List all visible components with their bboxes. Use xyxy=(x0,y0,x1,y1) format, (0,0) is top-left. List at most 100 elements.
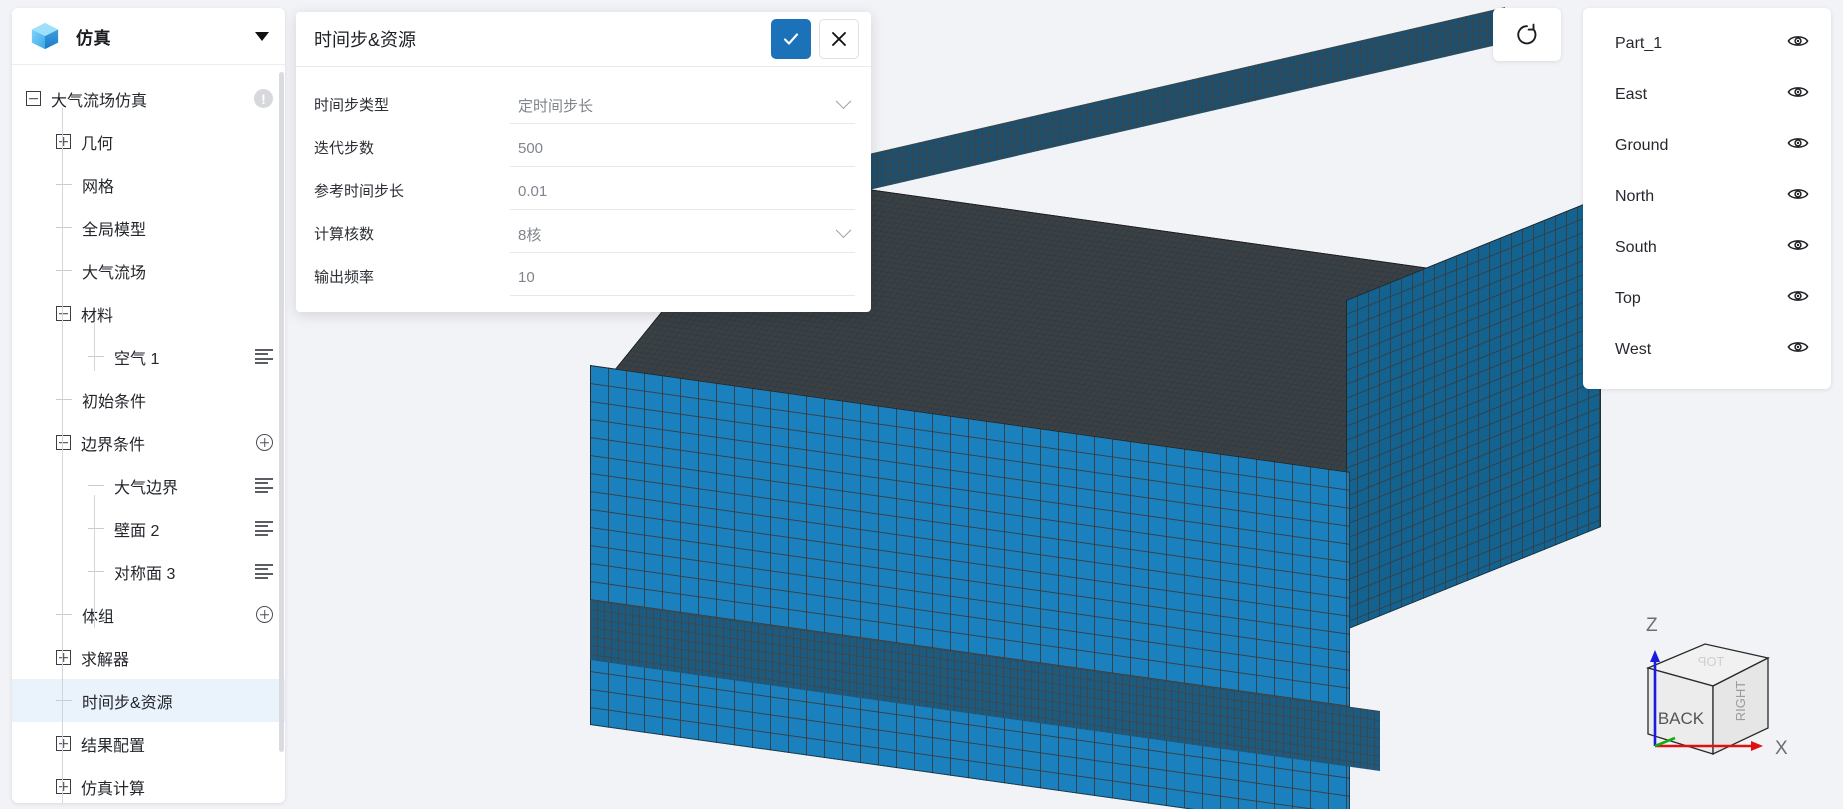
tree-item[interactable]: 空气 1 xyxy=(12,335,285,378)
tree-elbow-connector xyxy=(56,399,72,400)
visibility-toggle[interactable] xyxy=(1787,237,1809,258)
list-menu-icon[interactable] xyxy=(255,563,273,580)
tree-item-label: 初始条件 xyxy=(82,393,147,411)
tree-item[interactable]: 时间步&资源 xyxy=(12,679,285,722)
chevron-down-icon[interactable] xyxy=(835,93,852,110)
tree-item-label: 仿真计算 xyxy=(81,780,146,798)
field-select[interactable]: 8核 xyxy=(510,217,855,253)
list-menu-icon[interactable] xyxy=(255,348,273,365)
tree-item-label: 材料 xyxy=(81,307,114,325)
tree-item-label: 全局模型 xyxy=(82,221,147,239)
tree-item-label: 边界条件 xyxy=(81,436,146,454)
tree-elbow-connector xyxy=(56,270,72,271)
tree-item[interactable]: 全局模型 xyxy=(12,206,285,249)
part-list-item[interactable]: Part_1 xyxy=(1583,18,1831,69)
tree-item[interactable]: 对称面 3 xyxy=(12,550,285,593)
tree-item-label: 大气边界 xyxy=(114,479,179,497)
collapse-toggle-icon[interactable] xyxy=(56,435,71,450)
tree-elbow-connector xyxy=(88,356,104,357)
tree-item[interactable]: 结果配置 xyxy=(12,722,285,765)
list-menu-icon[interactable] xyxy=(255,477,273,494)
field-input[interactable]: 0.01 xyxy=(510,174,855,210)
field-value: 定时间步长 xyxy=(518,98,594,115)
tree-elbow-connector xyxy=(56,227,72,228)
part-name-label: Part_1 xyxy=(1615,34,1663,52)
cancel-button[interactable] xyxy=(819,19,859,59)
tree-item[interactable]: 求解器 xyxy=(12,636,285,679)
add-item-icon[interactable] xyxy=(256,606,273,623)
eye-icon[interactable] xyxy=(1787,135,1809,151)
list-menu-icon[interactable] xyxy=(255,520,273,537)
eye-icon[interactable] xyxy=(1787,84,1809,100)
close-icon xyxy=(832,32,846,46)
visibility-toggle[interactable] xyxy=(1787,135,1809,156)
tree-item[interactable]: 大气边界 xyxy=(12,464,285,507)
form-field-row: 计算核数 8核 xyxy=(296,210,871,253)
tree-item-label: 网格 xyxy=(82,178,115,196)
field-label: 参考时间步长 xyxy=(314,183,405,200)
part-list-item[interactable]: North xyxy=(1583,171,1831,222)
tree-guide-line-level1 xyxy=(62,108,63,803)
warning-icon[interactable]: ! xyxy=(254,89,273,108)
tree-item[interactable]: 大气流场仿真! xyxy=(12,77,285,120)
visibility-toggle[interactable] xyxy=(1787,84,1809,105)
part-name-label: South xyxy=(1615,238,1657,256)
sidebar-header[interactable]: 仿真 xyxy=(12,8,285,65)
collapse-toggle-icon[interactable] xyxy=(56,306,71,321)
simulation-tree[interactable]: 大气流场仿真! 几何 网格 全局模型 大气流场 材料 空气 1 初始条件 边界条件 大气边界 壁面 … xyxy=(12,65,285,803)
expand-toggle-icon[interactable] xyxy=(56,736,71,751)
part-list-item[interactable]: South xyxy=(1583,222,1831,273)
expand-toggle-icon[interactable] xyxy=(56,134,71,149)
chevron-down-icon[interactable] xyxy=(255,31,269,41)
visibility-toggle[interactable] xyxy=(1787,288,1809,309)
visibility-toggle[interactable] xyxy=(1787,33,1809,54)
tree-item[interactable]: 体组 xyxy=(12,593,285,636)
eye-icon[interactable] xyxy=(1787,237,1809,253)
field-label: 时间步类型 xyxy=(314,97,390,114)
tree-item[interactable]: 初始条件 xyxy=(12,378,285,421)
eye-icon[interactable] xyxy=(1787,33,1809,49)
tree-item[interactable]: 材料 xyxy=(12,292,285,335)
confirm-button[interactable] xyxy=(771,19,811,59)
field-input[interactable]: 500 xyxy=(510,131,855,167)
tree-item-label: 壁面 2 xyxy=(114,522,160,540)
tree-item[interactable]: 几何 xyxy=(12,120,285,163)
eye-icon[interactable] xyxy=(1787,288,1809,304)
chevron-down-icon[interactable] xyxy=(835,222,852,239)
dialog-actions xyxy=(771,19,859,59)
tree-item[interactable]: 边界条件 xyxy=(12,421,285,464)
add-item-icon[interactable] xyxy=(256,434,273,451)
eye-icon[interactable] xyxy=(1787,186,1809,202)
tree-item-label: 大气流场仿真 xyxy=(51,92,148,110)
tree-item-label: 对称面 3 xyxy=(114,565,176,583)
eye-icon[interactable] xyxy=(1787,339,1809,355)
tree-item[interactable]: 壁面 2 xyxy=(12,507,285,550)
field-select[interactable]: 定时间步长 xyxy=(510,88,855,124)
expand-toggle-icon[interactable] xyxy=(56,650,71,665)
field-label: 输出频率 xyxy=(314,269,375,286)
tree-item-label: 大气流场 xyxy=(82,264,147,282)
axis-label-z: Z xyxy=(1646,615,1658,636)
collapse-toggle-icon[interactable] xyxy=(26,91,41,106)
field-input[interactable]: 10 xyxy=(510,260,855,296)
tree-item-label: 空气 1 xyxy=(114,350,160,368)
tree-item-label: 时间步&资源 xyxy=(82,694,173,712)
orientation-widget[interactable]: BACK RIGHT TOP Z X xyxy=(1613,606,1803,781)
sidebar-scrollbar[interactable] xyxy=(279,72,284,752)
part-list-item[interactable]: Top xyxy=(1583,273,1831,324)
reset-view-button[interactable] xyxy=(1493,8,1561,61)
part-list-item[interactable]: West xyxy=(1583,324,1831,375)
parts-visibility-panel: Part_1 East Ground North South Top West xyxy=(1583,8,1831,389)
visibility-toggle[interactable] xyxy=(1787,186,1809,207)
form-field-row: 参考时间步长 0.01 xyxy=(296,167,871,210)
part-name-label: East xyxy=(1615,85,1648,103)
tree-item[interactable]: 网格 xyxy=(12,163,285,206)
timestep-resource-dialog[interactable]: 时间步&资源 时间步类型 定时间步长 迭代步数 500 参考时间步长 0.01 计算核数 8核… xyxy=(296,12,871,312)
visibility-toggle[interactable] xyxy=(1787,339,1809,360)
part-list-item[interactable]: Ground xyxy=(1583,120,1831,171)
part-list-item[interactable]: East xyxy=(1583,69,1831,120)
tree-item[interactable]: 大气流场 xyxy=(12,249,285,292)
field-value: 8核 xyxy=(518,227,542,244)
tree-item[interactable]: 仿真计算 xyxy=(12,765,285,803)
expand-toggle-icon[interactable] xyxy=(56,779,71,794)
